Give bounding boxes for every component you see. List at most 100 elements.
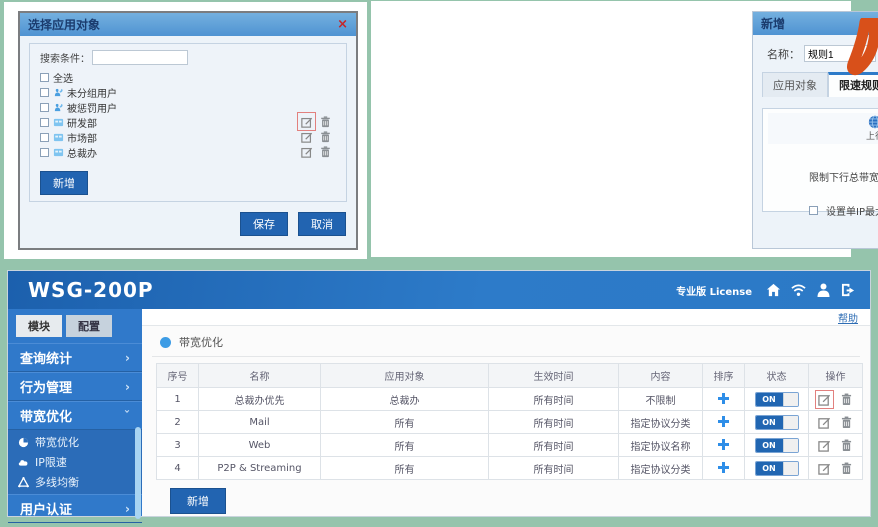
on-toggle[interactable]: ON	[755, 461, 799, 476]
on-toggle[interactable]: ON	[755, 392, 799, 407]
edit-icon[interactable]	[300, 145, 313, 158]
limit-bandwidth-label: 限制下行总带宽为	[809, 169, 878, 184]
edit-icon[interactable]	[818, 439, 831, 452]
cell-content: 指定协议分类	[619, 457, 703, 480]
add-rule-button[interactable]: 新增	[170, 488, 226, 514]
edit-icon[interactable]	[818, 416, 831, 429]
tab-rate-limit-rule[interactable]: 限速规则	[828, 72, 878, 97]
edit-icon[interactable]	[300, 115, 313, 128]
checkbox[interactable]	[40, 148, 49, 157]
sidebar-item-query-stats[interactable]: 查询统计 ›	[8, 343, 142, 372]
delete-icon[interactable]	[319, 145, 332, 158]
cell-time: 所有时间	[489, 457, 619, 480]
home-icon[interactable]	[766, 283, 781, 298]
logout-icon[interactable]	[841, 283, 856, 298]
item-label: 总裁办	[67, 145, 97, 160]
table-row: 4 P2P & Streaming 所有 所有时间 指定协议分类 ON	[157, 457, 863, 480]
cell-ops	[809, 434, 863, 457]
cancel-button[interactable]: 取消	[298, 212, 346, 236]
rules-table: 序号 名称 应用对象 生效时间 内容 排序 状态 操作 1 总裁办优先 总裁办 …	[156, 363, 863, 480]
cell-target: 所有	[321, 411, 489, 434]
sort-plus-icon[interactable]	[717, 392, 730, 405]
on-toggle[interactable]: ON	[755, 415, 799, 430]
help-link[interactable]: 帮助	[838, 310, 858, 325]
license-badge: 专业版 License	[676, 283, 752, 298]
sidebar-tab-module[interactable]: 模块	[16, 315, 62, 337]
cell-status: ON	[745, 388, 809, 411]
menu-label: 行为管理	[20, 377, 72, 396]
sidebar-subitem-ip-limit[interactable]: IP限速	[8, 452, 142, 472]
delete-icon[interactable]	[840, 462, 853, 475]
submenu-label: 多线均衡	[35, 474, 79, 490]
delete-icon[interactable]	[319, 115, 332, 128]
user-icon[interactable]	[816, 283, 831, 298]
delete-icon[interactable]	[840, 439, 853, 452]
sidebar-scrollbar[interactable]	[135, 427, 141, 519]
sidebar-item-behavior-mgmt[interactable]: 行为管理 ›	[8, 372, 142, 401]
search-input[interactable]	[92, 50, 188, 65]
cell-status: ON	[745, 457, 809, 480]
name-label: 名称：	[767, 46, 800, 62]
list-item-select-all[interactable]: 全选	[40, 70, 336, 85]
list-item-rd-dept[interactable]: 研发部	[40, 115, 336, 130]
cell-status: ON	[745, 434, 809, 457]
edit-icon[interactable]	[818, 462, 831, 475]
sidebar-subitem-bandwidth-opt[interactable]: 带宽优化	[8, 432, 142, 452]
cell-sort	[703, 411, 745, 434]
dialog-title: 选择应用对象	[28, 16, 100, 33]
sidebar: 模块 配置 查询统计 › 行为管理 › 带宽优化 ˇ 带宽优化 IP限速	[8, 309, 142, 516]
sidebar-item-bandwidth-opt[interactable]: 带宽优化 ˇ	[8, 401, 142, 430]
cell-name: P2P & Streaming	[199, 457, 321, 480]
list-item-ungrouped-users[interactable]: 未分组用户	[40, 85, 336, 100]
cell-time: 所有时间	[489, 411, 619, 434]
tab-application-object[interactable]: 应用对象	[762, 72, 828, 97]
delete-icon[interactable]	[840, 416, 853, 429]
col-sort: 排序	[703, 364, 745, 388]
sidebar-item-user-auth[interactable]: 用户认证 ›	[8, 494, 142, 523]
checkbox[interactable]	[40, 133, 49, 142]
toggle-on-label: ON	[756, 439, 783, 452]
list-item-president-office[interactable]: 总裁办	[40, 145, 336, 160]
cell-target: 所有	[321, 434, 489, 457]
page-title: 带宽优化	[179, 334, 223, 350]
list-item-marketing-dept[interactable]: 市场部	[40, 130, 336, 145]
sort-plus-icon[interactable]	[717, 415, 730, 428]
toggle-on-label: ON	[756, 393, 783, 406]
col-target: 应用对象	[321, 364, 489, 388]
item-label: 被惩罚用户	[67, 100, 117, 115]
rule-name-input[interactable]	[804, 45, 876, 62]
menu-label: 用户认证	[20, 499, 72, 518]
cell-no: 1	[157, 388, 199, 411]
wifi-icon[interactable]	[791, 283, 806, 298]
close-icon[interactable]: ×	[337, 18, 348, 31]
add-object-button[interactable]: 新增	[40, 171, 88, 195]
checkbox[interactable]	[40, 103, 49, 112]
sidebar-tab-config[interactable]: 配置	[66, 315, 112, 337]
on-toggle[interactable]: ON	[755, 438, 799, 453]
department-icon	[53, 132, 64, 143]
item-label: 市场部	[67, 130, 97, 145]
chevron-right-icon: ›	[125, 351, 130, 365]
save-button[interactable]: 保存	[240, 212, 288, 236]
checkbox[interactable]	[40, 88, 49, 97]
chevron-down-icon: ˇ	[124, 409, 130, 423]
cell-ops	[809, 388, 863, 411]
direction-upstream-button[interactable]: 上行	[768, 113, 878, 144]
per-ip-checkbox[interactable]	[809, 206, 818, 215]
sidebar-subitem-multiline-balance[interactable]: 多线均衡	[8, 472, 142, 492]
cell-sort	[703, 388, 745, 411]
submenu-label: 带宽优化	[35, 434, 79, 450]
cell-target: 所有	[321, 457, 489, 480]
delete-icon[interactable]	[319, 130, 332, 143]
sort-plus-icon[interactable]	[717, 461, 730, 474]
checkbox[interactable]	[40, 73, 49, 82]
list-item-punished-users[interactable]: 被惩罚用户	[40, 100, 336, 115]
cell-status: ON	[745, 411, 809, 434]
edit-icon[interactable]	[300, 130, 313, 143]
delete-icon[interactable]	[840, 393, 853, 406]
col-no: 序号	[157, 364, 199, 388]
user-group-icon	[53, 87, 64, 98]
edit-icon[interactable]	[818, 393, 831, 406]
sort-plus-icon[interactable]	[717, 438, 730, 451]
checkbox[interactable]	[40, 118, 49, 127]
